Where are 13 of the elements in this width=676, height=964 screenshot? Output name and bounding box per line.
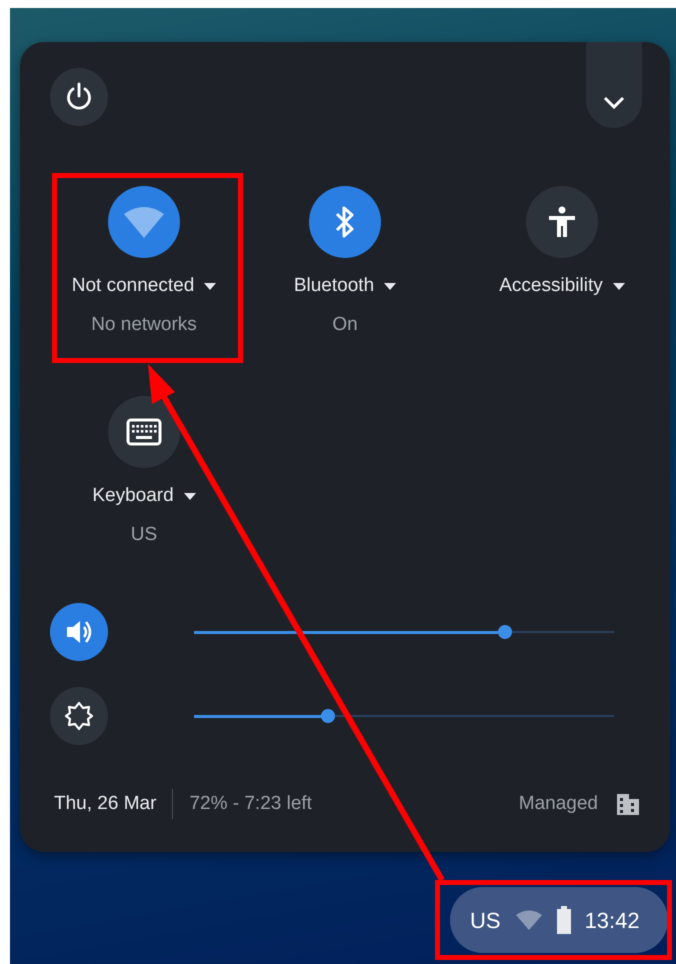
tile-status: No networks <box>91 312 197 336</box>
battery-status: 72% - 7:23 left <box>189 792 312 816</box>
tile-menu-button[interactable]: Bluetooth <box>294 272 396 300</box>
tile-menu-button[interactable]: Accessibility <box>499 272 625 300</box>
tile-menu-button[interactable]: Keyboard <box>92 482 196 510</box>
clock: 13:42 <box>584 906 640 934</box>
date-button[interactable]: Thu, 26 Mar <box>54 790 156 818</box>
tile-menu-button[interactable]: Not connected <box>72 272 216 300</box>
managed-label: Managed <box>518 792 598 816</box>
tile-status: On <box>332 312 358 336</box>
tile-status: US <box>130 522 158 546</box>
status-tray[interactable]: US 13:42 <box>450 887 668 953</box>
input-method-label: US <box>470 906 501 934</box>
